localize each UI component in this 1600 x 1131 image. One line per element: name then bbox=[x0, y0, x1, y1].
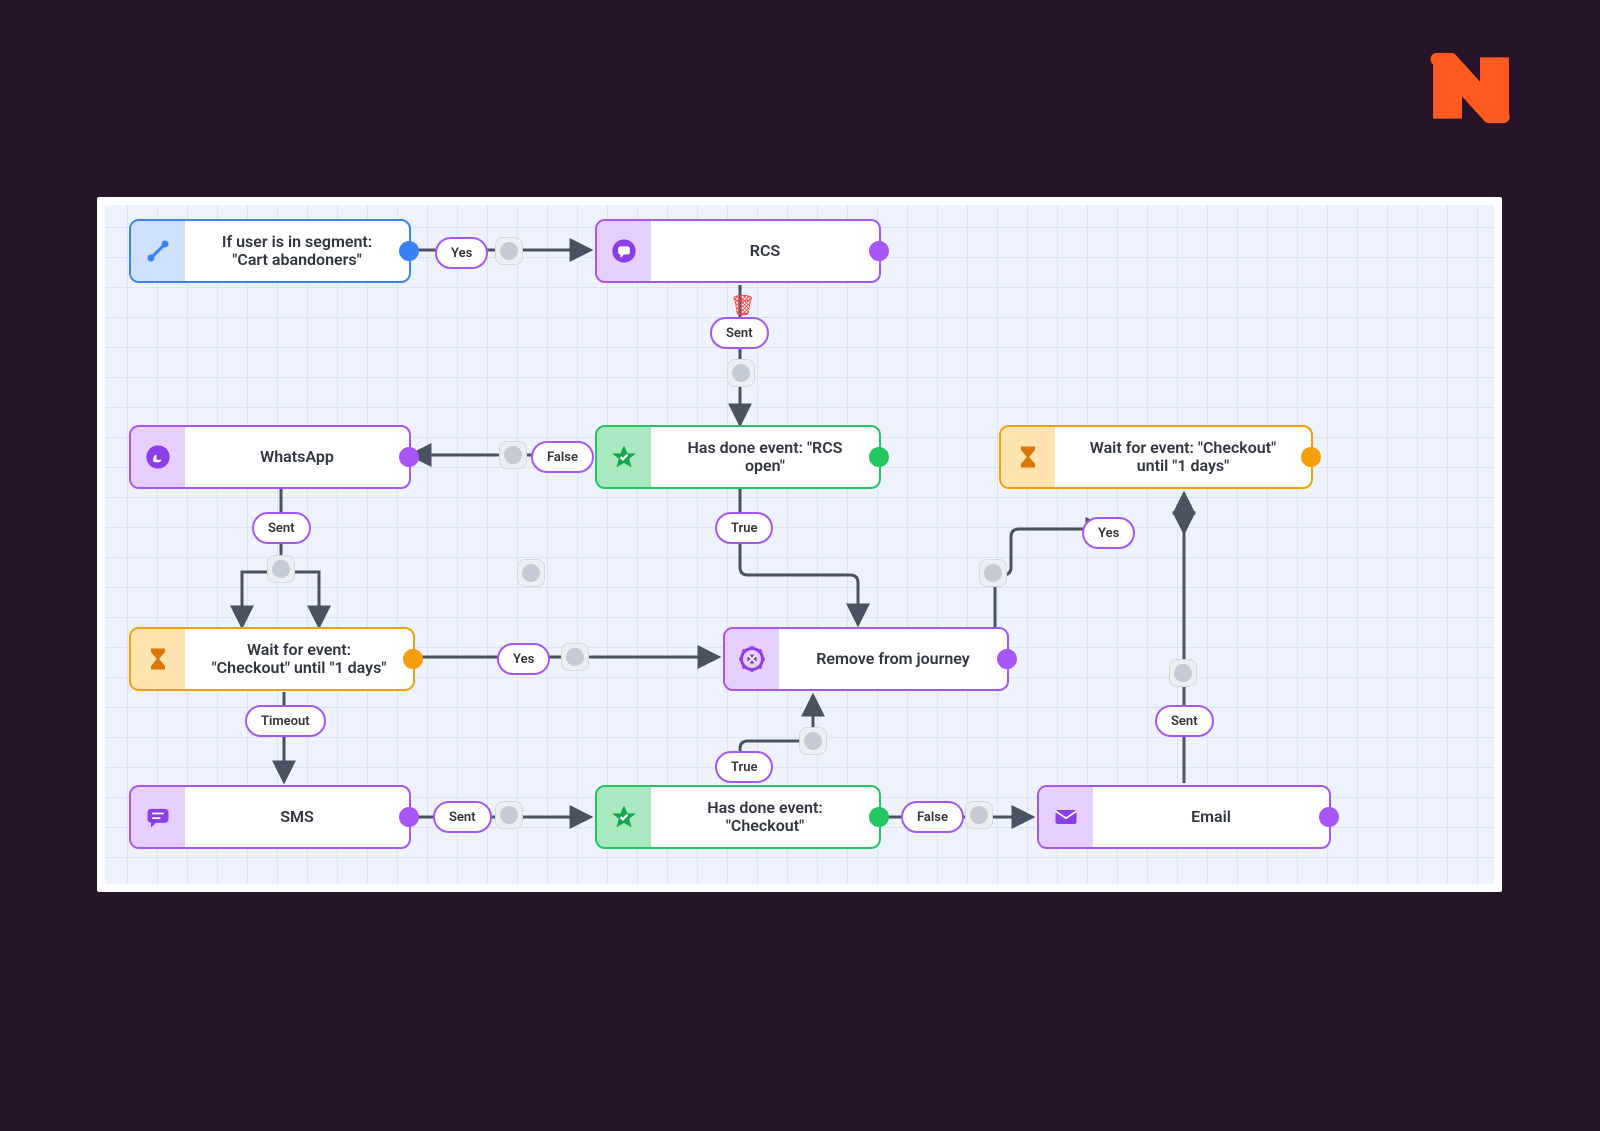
trash-icon[interactable]: 🗑 bbox=[730, 293, 755, 317]
node-email[interactable]: Email bbox=[1037, 785, 1331, 849]
node-whatsapp[interactable]: WhatsApp bbox=[129, 425, 411, 489]
edge-label-sent: Sent bbox=[1155, 705, 1214, 737]
node-label: Has done event: "Checkout" bbox=[673, 799, 857, 836]
node-label: Has done event: "RCS open" bbox=[673, 439, 857, 476]
edge-label-yes: Yes bbox=[435, 237, 488, 269]
clock-icon bbox=[561, 643, 589, 671]
gear-close-icon bbox=[725, 629, 779, 689]
brand-logo bbox=[1426, 50, 1516, 126]
node-sms[interactable]: SMS bbox=[129, 785, 411, 849]
clock-icon bbox=[495, 237, 523, 265]
clock-icon bbox=[267, 555, 295, 583]
sms-icon bbox=[131, 787, 185, 847]
hourglass-icon bbox=[1001, 427, 1055, 487]
star-icon bbox=[597, 787, 651, 847]
branch-icon bbox=[131, 221, 185, 281]
clock-icon bbox=[965, 801, 993, 829]
edge-label-yes: Yes bbox=[1082, 517, 1135, 549]
clock-icon bbox=[517, 559, 545, 587]
node-label: SMS bbox=[280, 808, 314, 826]
node-wait2[interactable]: Wait for event: "Checkout" until "1 days… bbox=[999, 425, 1313, 489]
edge-label-yes: Yes bbox=[497, 643, 550, 675]
edge-label-false: False bbox=[901, 801, 964, 833]
star-icon bbox=[597, 427, 651, 487]
clock-icon bbox=[727, 359, 755, 387]
whatsapp-icon bbox=[131, 427, 185, 487]
node-rcs[interactable]: RCS bbox=[595, 219, 881, 283]
node-label: Remove from journey bbox=[816, 650, 969, 668]
edge-label-sent: Sent bbox=[252, 512, 311, 544]
clock-icon bbox=[499, 441, 527, 469]
node-label: Email bbox=[1191, 808, 1231, 826]
edge-label-sent: Sent bbox=[433, 801, 492, 833]
clock-icon bbox=[799, 727, 827, 755]
edge-label-true: True bbox=[715, 751, 773, 783]
clock-icon bbox=[495, 801, 523, 829]
edge-label-true: True bbox=[715, 512, 773, 544]
journey-canvas[interactable]: If user is in segment: "Cart abandoners"… bbox=[97, 197, 1502, 892]
mail-icon bbox=[1039, 787, 1093, 847]
node-label: Wait for event: "Checkout" until "1 days… bbox=[1077, 439, 1289, 476]
node-label: WhatsApp bbox=[260, 448, 334, 466]
chat-icon bbox=[597, 221, 651, 281]
node-label: RCS bbox=[750, 242, 780, 260]
node-wait1[interactable]: Wait for event: "Checkout" until "1 days… bbox=[129, 627, 415, 691]
edge-label-false: False bbox=[531, 441, 594, 473]
node-checkout[interactable]: Has done event: "Checkout" bbox=[595, 785, 881, 849]
node-segment[interactable]: If user is in segment: "Cart abandoners" bbox=[129, 219, 411, 283]
clock-icon bbox=[979, 559, 1007, 587]
edge-label-timeout: Timeout bbox=[245, 705, 326, 737]
hourglass-icon bbox=[131, 629, 185, 689]
node-label: Wait for event: "Checkout" until "1 days… bbox=[207, 641, 391, 678]
clock-icon bbox=[1169, 659, 1197, 687]
edge-label-sent: Sent bbox=[710, 317, 769, 349]
node-remove[interactable]: Remove from journey bbox=[723, 627, 1009, 691]
node-rcs-open[interactable]: Has done event: "RCS open" bbox=[595, 425, 881, 489]
node-label: If user is in segment: "Cart abandoners" bbox=[207, 233, 387, 270]
